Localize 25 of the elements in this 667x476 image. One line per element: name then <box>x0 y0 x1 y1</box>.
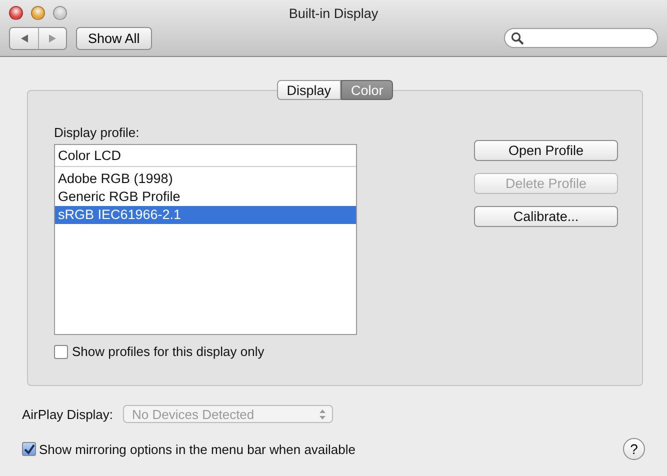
search-icon <box>511 32 524 44</box>
stepper-arrows-icon <box>319 408 326 420</box>
tab[interactable]: Display <box>276 80 341 100</box>
help-button[interactable]: ? <box>623 438 645 460</box>
minimize-button[interactable] <box>31 6 45 20</box>
profile-item[interactable]: Color LCD <box>55 145 356 167</box>
profile-label: Display profile: <box>54 125 140 140</box>
search-field[interactable] <box>504 28 658 48</box>
checkbox-label: Show mirroring options in the menu bar when available <box>39 442 356 456</box>
close-button[interactable] <box>9 6 23 20</box>
checkbox-label: Show profiles for this display only <box>72 344 264 359</box>
left-triangle-icon <box>20 34 28 42</box>
zoom-button[interactable] <box>53 6 67 20</box>
profile-item[interactable]: Generic RGB Profile <box>55 188 356 206</box>
profile-item[interactable]: Adobe RGB (1998) <box>55 170 356 188</box>
checkmark-icon <box>24 444 34 454</box>
checkbox[interactable] <box>22 442 36 456</box>
profile-item[interactable]: sRGB IEC61966-2.1 <box>55 206 356 224</box>
checkbox[interactable] <box>54 344 68 358</box>
profile-button[interactable]: Calibrate... <box>474 206 618 227</box>
airplay-label: AirPlay Display: <box>22 406 114 422</box>
show-all-button[interactable]: Show All <box>76 26 152 50</box>
right-triangle-icon <box>48 34 57 42</box>
profile-button[interactable]: Open Profile <box>474 140 618 161</box>
window-title: Built-in Display <box>288 6 378 20</box>
